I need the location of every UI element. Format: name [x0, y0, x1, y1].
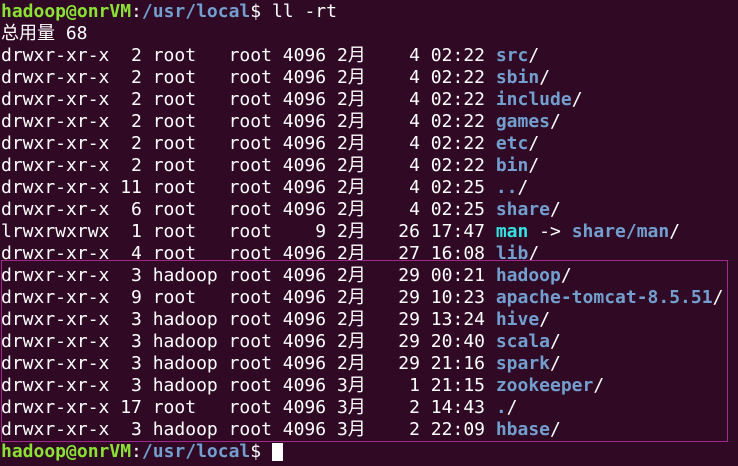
row-metadata: drwxr-xr-x 3 hadoop root 4096 2月 29 13:2…: [1, 309, 496, 330]
type-suffix: /: [550, 331, 561, 352]
row-metadata: drwxr-xr-x 9 root root 4096 2月 29 10:23: [1, 287, 496, 308]
terminal-window[interactable]: hadoop@onrVM:/usr/local$ ll -rt 总用量 68 d…: [0, 0, 738, 466]
symlink-target: share/man: [571, 221, 670, 242]
listing-row: drwxr-xr-x 2 root root 4096 2月 4 02:22 b…: [0, 155, 738, 177]
directory-name: zookeeper: [495, 375, 594, 396]
type-suffix: /: [528, 155, 540, 176]
prompt-colon: :: [131, 1, 142, 22]
listing-row: drwxr-xr-x 3 hadoop root 4096 2月 29 21:1…: [0, 353, 738, 375]
type-suffix: /: [593, 375, 605, 396]
row-metadata: drwxr-xr-x 3 hadoop root 4096 3月 1 21:15: [1, 375, 496, 396]
row-metadata: drwxr-xr-x 2 root root 4096 2月 4 02:22: [1, 45, 496, 66]
type-suffix: /: [550, 419, 561, 440]
type-suffix: /: [528, 45, 540, 66]
directory-name: spark: [495, 353, 551, 374]
directory-name: hbase: [495, 419, 551, 440]
listing-row: drwxr-xr-x 11 root root 4096 2月 4 02:25 …: [0, 177, 738, 199]
type-suffix: /: [539, 67, 551, 88]
command-text: ll -rt: [271, 1, 337, 22]
prompt-cwd: /usr/local: [141, 441, 251, 462]
row-metadata: drwxr-xr-x 4 root root 4096 2月 27 16:08: [1, 243, 496, 264]
prompt-cwd: /usr/local: [141, 1, 251, 22]
listing-row: lrwxrwxrwx 1 root root 9 2月 26 17:47 man…: [0, 221, 738, 243]
type-suffix: /: [712, 287, 724, 308]
row-metadata: drwxr-xr-x 3 hadoop root 4096 2月 29 00:2…: [1, 265, 496, 286]
listing-row: drwxr-xr-x 3 hadoop root 4096 2月 29 13:2…: [0, 309, 738, 331]
command-line: hadoop@onrVM:/usr/local$ ll -rt: [0, 1, 738, 23]
directory-name: apache-tomcat-8.5.51: [495, 287, 713, 308]
row-metadata: drwxr-xr-x 3 hadoop root 4096 3月 2 22:09: [1, 419, 496, 440]
directory-name: etc: [495, 133, 529, 154]
listing-row: drwxr-xr-x 2 root root 4096 2月 4 02:22 e…: [0, 133, 738, 155]
directory-name: bin: [495, 155, 529, 176]
row-metadata: drwxr-xr-x 3 hadoop root 4096 2月 29 21:1…: [1, 353, 496, 374]
listing-row: drwxr-xr-x 3 hadoop root 4096 3月 2 22:09…: [0, 419, 738, 441]
row-metadata: drwxr-xr-x 11 root root 4096 2月 4 02:25: [1, 177, 496, 198]
type-suffix: /: [571, 89, 583, 110]
directory-listing: drwxr-xr-x 2 root root 4096 2月 4 02:22 s…: [0, 45, 738, 441]
row-metadata: lrwxrwxrwx 1 root root 9 2月 26 17:47: [1, 221, 496, 242]
listing-row: drwxr-xr-x 3 hadoop root 4096 2月 29 20:4…: [0, 331, 738, 353]
type-suffix: /: [528, 133, 540, 154]
prompt-user-host: hadoop@onrVM: [1, 1, 132, 22]
text-cursor: [271, 443, 283, 461]
listing-row: drwxr-xr-x 3 hadoop root 4096 3月 1 21:15…: [0, 375, 738, 397]
directory-name: .: [495, 397, 507, 418]
prompt-user-host: hadoop@onrVM: [1, 441, 132, 462]
row-metadata: drwxr-xr-x 3 hadoop root 4096 2月 29 20:4…: [1, 331, 496, 352]
directory-name: ..: [495, 177, 518, 198]
directory-name: share: [495, 199, 551, 220]
directory-name: src: [495, 45, 529, 66]
directory-name: games: [495, 111, 551, 132]
listing-row: drwxr-xr-x 9 root root 4096 2月 29 10:23 …: [0, 287, 738, 309]
row-metadata: drwxr-xr-x 2 root root 4096 2月 4 02:22: [1, 111, 496, 132]
prompt-dollar: $: [250, 1, 272, 22]
type-suffix: /: [506, 397, 518, 418]
row-metadata: drwxr-xr-x 2 root root 4096 2月 4 02:22: [1, 155, 496, 176]
type-suffix: /: [550, 111, 561, 132]
listing-row: drwxr-xr-x 6 root root 4096 2月 4 02:25 s…: [0, 199, 738, 221]
listing-row: drwxr-xr-x 2 root root 4096 2月 4 02:22 i…: [0, 89, 738, 111]
listing-row: drwxr-xr-x 2 root root 4096 2月 4 02:22 g…: [0, 111, 738, 133]
row-metadata: drwxr-xr-x 2 root root 4096 2月 4 02:22: [1, 67, 496, 88]
listing-row: drwxr-xr-x 2 root root 4096 2月 4 02:22 s…: [0, 45, 738, 67]
prompt-colon: :: [131, 441, 142, 462]
directory-name: include: [495, 89, 572, 110]
row-metadata: drwxr-xr-x 6 root root 4096 2月 4 02:25: [1, 199, 496, 220]
row-metadata: drwxr-xr-x 2 root root 4096 2月 4 02:22: [1, 133, 496, 154]
directory-name: hadoop: [495, 265, 561, 286]
symlink-name: man: [495, 221, 529, 242]
type-suffix: /: [528, 243, 540, 264]
row-metadata: drwxr-xr-x 17 root root 4096 3月 2 14:43: [1, 397, 496, 418]
directory-name: lib: [495, 243, 529, 264]
listing-row: drwxr-xr-x 2 root root 4096 2月 4 02:22 s…: [0, 67, 738, 89]
listing-row: drwxr-xr-x 17 root root 4096 3月 2 14:43 …: [0, 397, 738, 419]
total-line: 总用量 68: [1, 23, 88, 44]
directory-name: scala: [495, 331, 551, 352]
directory-name: sbin: [495, 67, 540, 88]
prompt-dollar: $: [250, 441, 272, 462]
directory-name: hive: [495, 309, 540, 330]
type-suffix: /: [550, 353, 561, 374]
listing-row: drwxr-xr-x 4 root root 4096 2月 27 16:08 …: [0, 243, 738, 265]
type-suffix: /: [550, 199, 561, 220]
type-suffix: /: [517, 177, 529, 198]
active-prompt-line[interactable]: hadoop@onrVM:/usr/local$: [0, 441, 738, 463]
type-suffix: /: [560, 265, 572, 286]
row-metadata: drwxr-xr-x 2 root root 4096 2月 4 02:22: [1, 89, 496, 110]
type-suffix: /: [539, 309, 551, 330]
symlink-arrow: ->: [528, 221, 572, 242]
type-suffix: /: [669, 221, 681, 242]
listing-row: drwxr-xr-x 3 hadoop root 4096 2月 29 00:2…: [0, 265, 738, 287]
